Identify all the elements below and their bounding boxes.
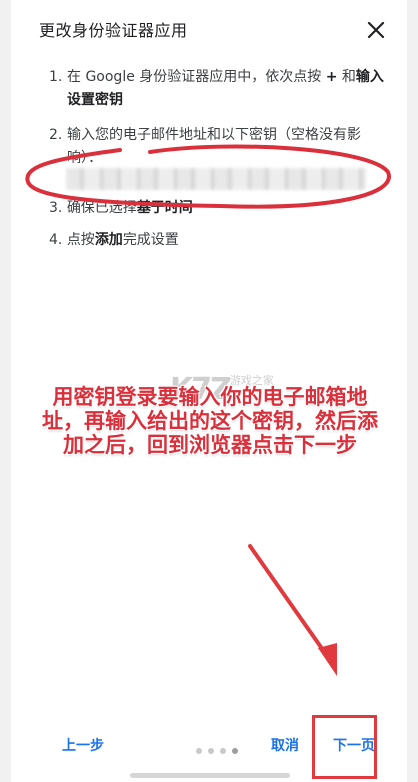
- highlight-ellipse: [25, 144, 391, 209]
- home-indicator: [130, 773, 290, 778]
- annotation-overlay: [25, 144, 391, 676]
- arrow-head: [318, 643, 337, 676]
- arrow-line: [248, 544, 332, 662]
- next-highlight-box: [312, 715, 377, 779]
